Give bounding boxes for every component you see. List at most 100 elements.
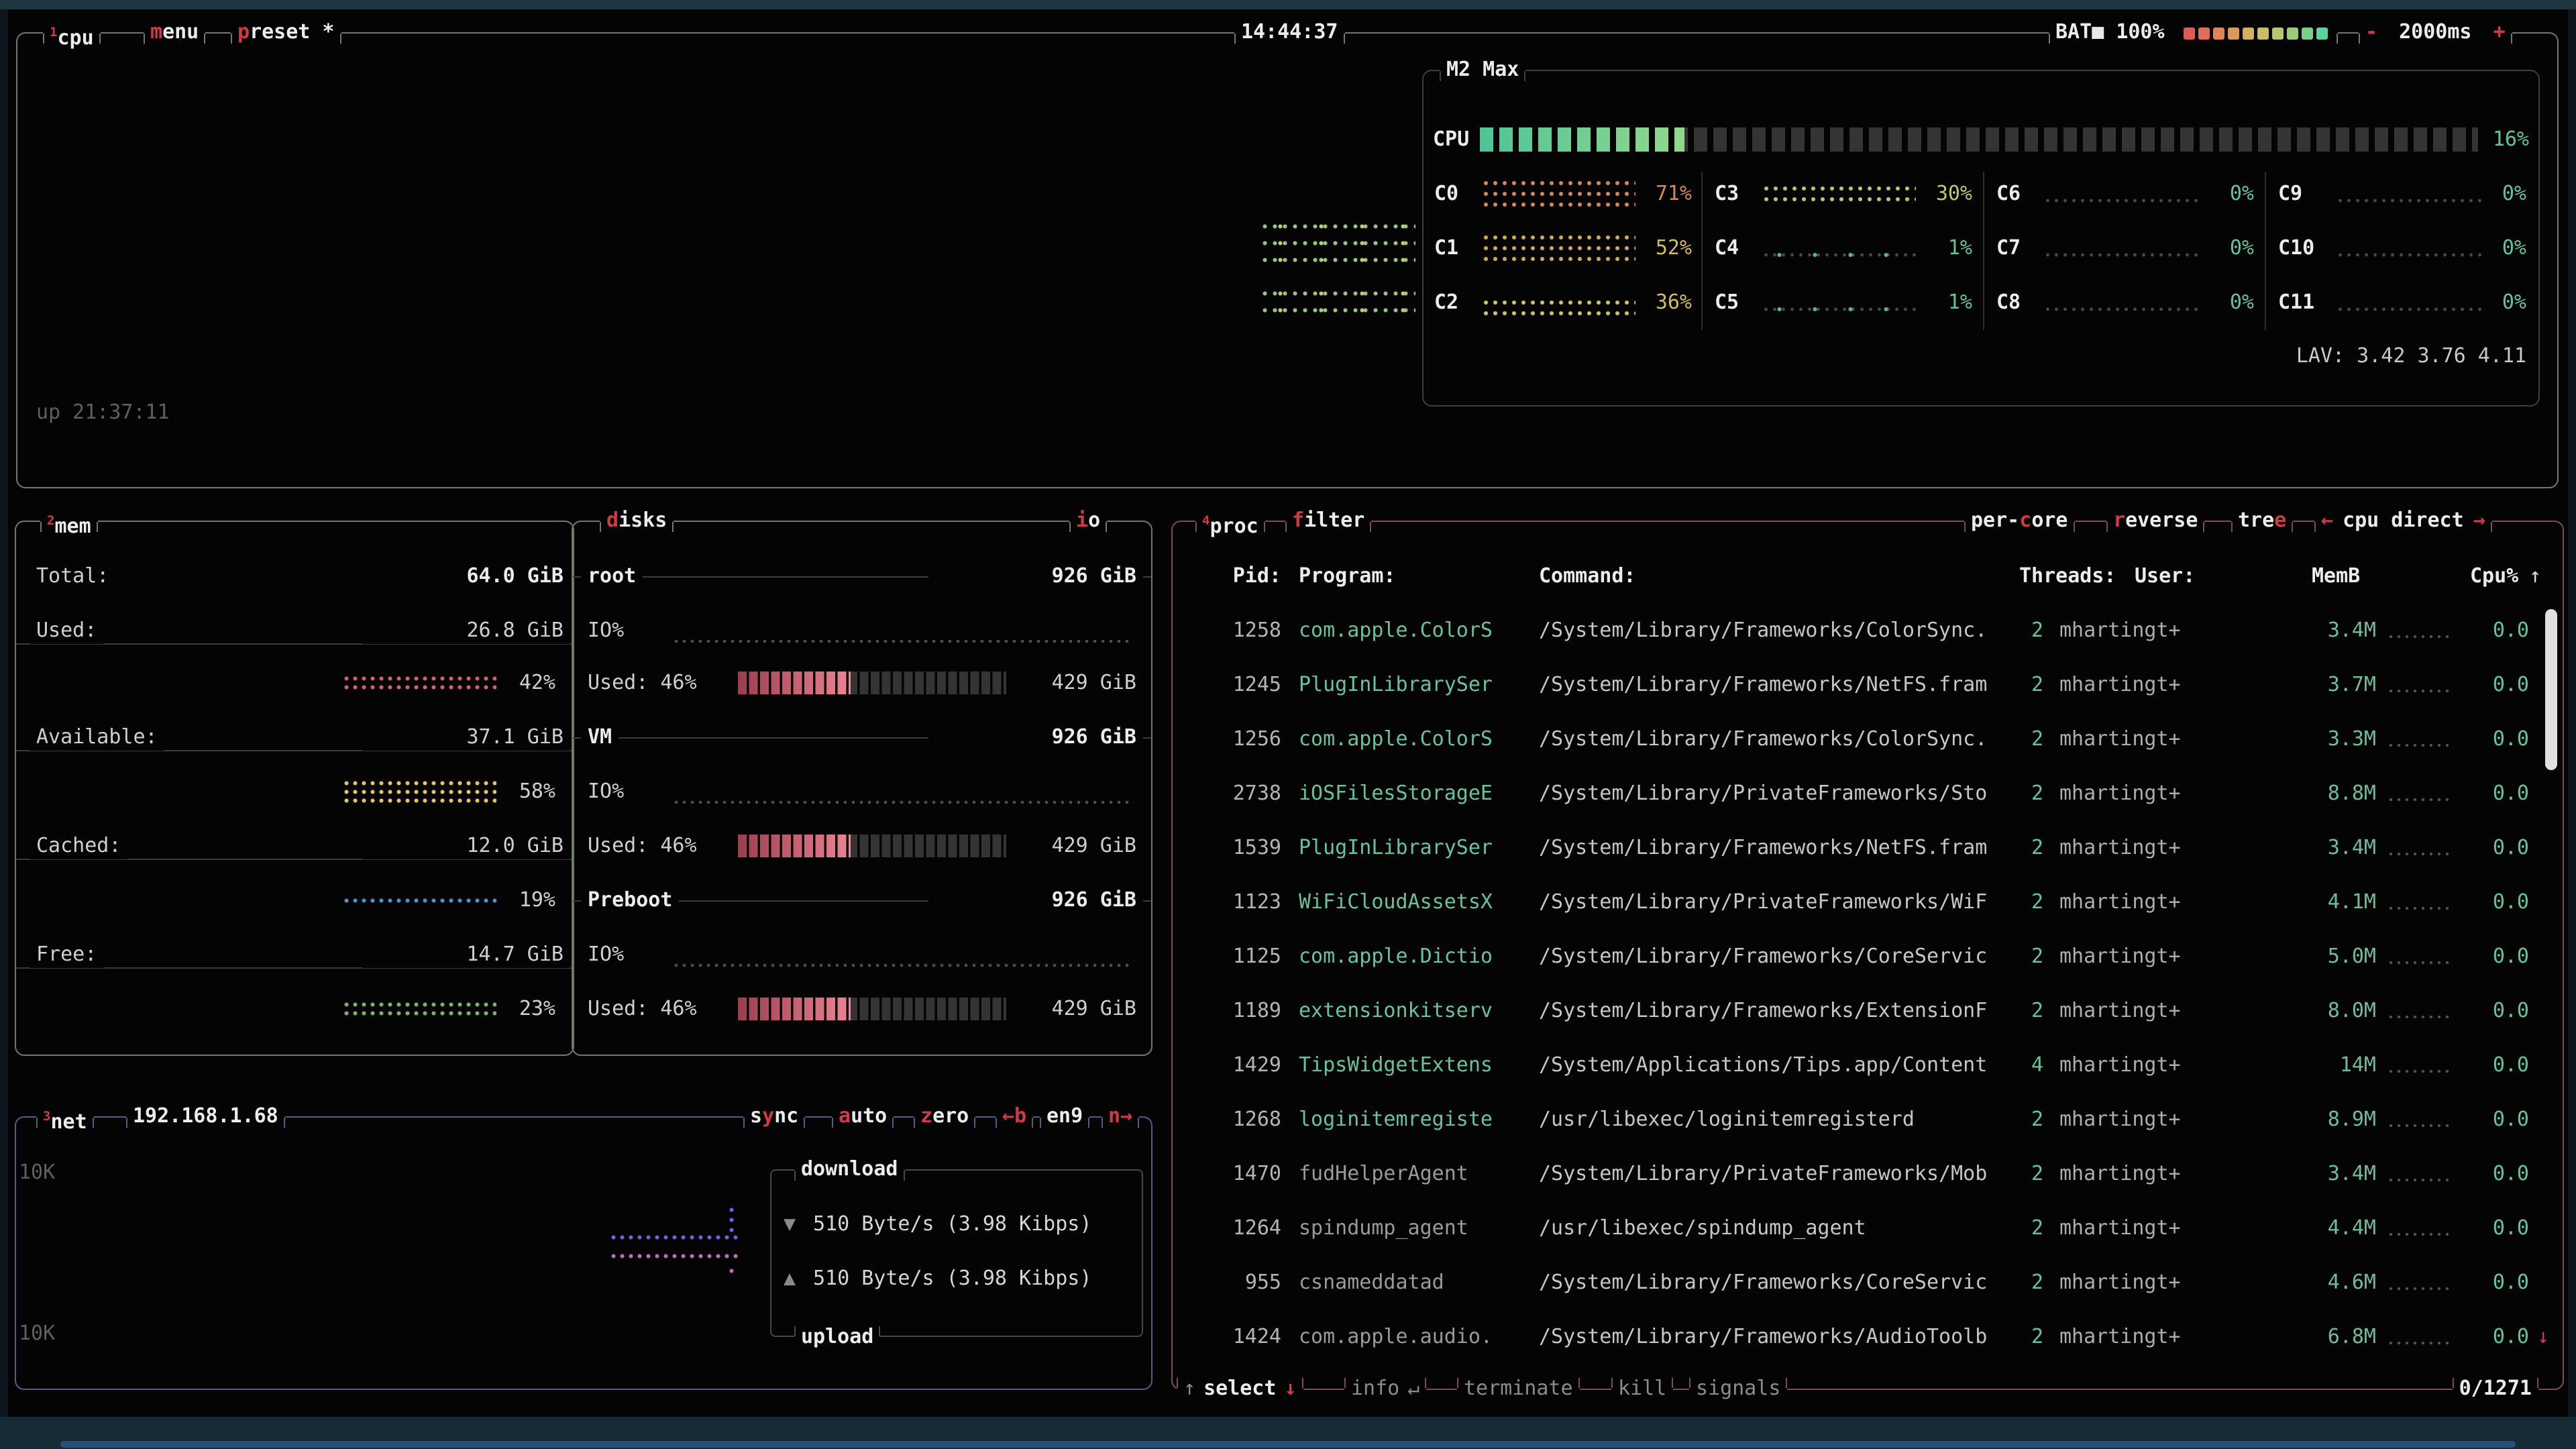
prev-interface-button[interactable]: ←b — [996, 1103, 1033, 1130]
process-cpu: 0.0 — [2481, 617, 2529, 644]
process-cpu: 0.0 — [2481, 889, 2529, 916]
info-button[interactable]: info↵ — [1344, 1375, 1426, 1402]
process-user: mhartingt+ — [2059, 835, 2181, 861]
process-mem: 4.4M — [2286, 1215, 2376, 1242]
mem-dots — [2387, 852, 2451, 856]
disks-panel: disks io root 926 GiB IO% Used: 46% 429 … — [572, 521, 1152, 1056]
process-panel: 4proc filter per-core reverse tree ←cpu … — [1171, 521, 2564, 1390]
header-command[interactable]: Command: — [1539, 563, 1636, 590]
select-up-icon[interactable]: ↑ — [1183, 1377, 1195, 1400]
signals-button[interactable]: signals — [1689, 1375, 1787, 1402]
tab-mem[interactable]: 2mem — [40, 507, 98, 534]
disk-size: 926 GiB — [928, 887, 1143, 914]
process-row[interactable]: 1123 WiFiCloudAssetsX /System/Library/Pr… — [1174, 889, 2560, 916]
terminate-button[interactable]: terminate — [1457, 1375, 1580, 1402]
preset-hotkey: p — [237, 20, 250, 44]
process-row[interactable]: 1424 com.apple.audio. /System/Library/Fr… — [1174, 1324, 2560, 1350]
process-command: /System/Library/PrivateFrameworks/Sto — [1539, 780, 1987, 807]
process-threads: 2 — [1964, 943, 2043, 970]
process-row[interactable]: 1268 loginitemregiste /usr/libexec/login… — [1174, 1106, 2560, 1133]
mem-hotkey: 2 — [47, 513, 54, 528]
disk-io-graph — [672, 800, 1134, 805]
cpu-total-percent: 16% — [2469, 126, 2529, 153]
preset-button[interactable]: preset * — [231, 19, 341, 46]
tab-disks[interactable]: disks — [600, 507, 674, 534]
kill-button[interactable]: kill — [1611, 1375, 1673, 1402]
tab-net[interactable]: 3net — [36, 1103, 94, 1130]
tree-button[interactable]: tree — [2231, 507, 2293, 534]
auto-button[interactable]: auto — [832, 1103, 894, 1130]
header-cpu[interactable]: Cpu% — [2470, 563, 2518, 590]
window-frame-left — [0, 9, 8, 1417]
process-row[interactable]: 1539 PlugInLibrarySer /System/Library/Fr… — [1174, 835, 2560, 861]
mem-used-value: 26.8 GiB — [362, 617, 570, 644]
tab-io[interactable]: io — [1069, 507, 1107, 534]
core-label: C10 — [2278, 235, 2314, 262]
disk-used-value: 429 GiB — [1029, 996, 1136, 1022]
process-row[interactable]: 1125 com.apple.Dictio /System/Library/Fr… — [1174, 943, 2560, 970]
cpu-core-panel: M2 Max CPU 16% C0 71% C1 52% C2 36% C3 3… — [1422, 70, 2540, 407]
header-pid[interactable]: Pid: — [1174, 563, 1281, 590]
cpu-model-title: M2 Max — [1440, 56, 1525, 83]
select-down-icon[interactable]: ↓ — [1284, 1377, 1296, 1400]
mem-used-meter — [342, 674, 496, 692]
process-command: /usr/libexec/loginitemregisterd — [1539, 1106, 1915, 1133]
disk-size: 926 GiB — [928, 563, 1143, 590]
core-percent: 0% — [2187, 289, 2254, 316]
cpu-history-graph-upper — [1260, 218, 1415, 268]
process-row[interactable]: 1245 PlugInLibrarySer /System/Library/Fr… — [1174, 672, 2560, 698]
core-percent: 36% — [1625, 289, 1692, 316]
scroll-down-icon[interactable]: ↓ — [2537, 1324, 2549, 1350]
process-row[interactable]: 1429 TipsWidgetExtens /System/Applicatio… — [1174, 1052, 2560, 1079]
disk-io-label: IO% — [588, 617, 624, 644]
process-row[interactable]: 1470 fudHelperAgent /System/Library/Priv… — [1174, 1161, 2560, 1187]
menu-label: enu — [162, 20, 199, 44]
header-threads[interactable]: Threads: — [2019, 563, 2116, 590]
core-graph — [1481, 232, 1635, 264]
menu-button[interactable]: menu — [144, 19, 205, 46]
reverse-button[interactable]: reverse — [2106, 507, 2204, 534]
network-panel: 3net 192.168.1.68 sync auto zero ←b en9 … — [15, 1116, 1152, 1390]
core-label: C11 — [2278, 289, 2314, 316]
upload-title-label: upload — [801, 1325, 873, 1348]
interval-increase-button[interactable]: + — [2493, 20, 2506, 44]
process-pid: 1424 — [1174, 1324, 1281, 1350]
process-row[interactable]: 1264 spindump_agent /usr/libexec/spindum… — [1174, 1215, 2560, 1242]
upload-speed: 510 Byte/s (3.98 Kibps) — [813, 1265, 1091, 1292]
process-row[interactable]: 1258 com.apple.ColorS /System/Library/Fr… — [1174, 617, 2560, 644]
sort-column-control: ←cpu direct→ — [2314, 507, 2492, 534]
next-interface-button[interactable]: n→ — [1102, 1103, 1139, 1130]
sync-button[interactable]: sync — [743, 1103, 805, 1130]
process-user: mhartingt+ — [2059, 1269, 2181, 1296]
filter-button[interactable]: filter — [1285, 507, 1371, 534]
process-scrollbar[interactable] — [2545, 609, 2557, 770]
zero-hotkey: z — [920, 1104, 932, 1128]
per-core-button[interactable]: per-core — [1964, 507, 2075, 534]
interval-decrease-button[interactable]: - — [2365, 20, 2377, 44]
process-row[interactable]: 955 csnameddatad /System/Library/Framewo… — [1174, 1269, 2560, 1296]
process-cpu: 0.0 — [2481, 1324, 2529, 1350]
process-command: /System/Library/PrivateFrameworks/Mob — [1539, 1161, 1987, 1187]
header-user[interactable]: User: — [2135, 563, 2195, 590]
process-threads: 2 — [1964, 1161, 2043, 1187]
sort-right-arrow[interactable]: → — [2473, 508, 2485, 532]
process-threads: 2 — [1964, 1269, 2043, 1296]
process-row[interactable]: 1189 extensionkitserv /System/Library/Fr… — [1174, 998, 2560, 1024]
sort-left-arrow[interactable]: ← — [2321, 508, 2333, 532]
zero-button[interactable]: zero — [914, 1103, 975, 1130]
tab-cpu[interactable]: 1cpu — [43, 19, 101, 46]
disk-name: Preboot — [581, 887, 679, 914]
select-control[interactable]: ↑select↓ — [1177, 1375, 1303, 1402]
header-mem[interactable]: MemB — [2312, 563, 2360, 590]
header-program[interactable]: Program: — [1299, 563, 1396, 590]
disk-io-graph — [672, 639, 1134, 644]
process-row[interactable]: 1256 com.apple.ColorS /System/Library/Fr… — [1174, 726, 2560, 753]
process-mem: 8.8M — [2286, 780, 2376, 807]
process-row[interactable]: 2738 iOSFilesStorageE /System/Library/Pr… — [1174, 780, 2560, 807]
tab-proc[interactable]: 4proc — [1195, 507, 1265, 534]
process-threads: 2 — [1964, 998, 2043, 1024]
cpu-hotkey: 1 — [50, 25, 57, 40]
process-user: mhartingt+ — [2059, 1161, 2181, 1187]
process-command: /System/Library/Frameworks/NetFS.fram — [1539, 672, 1987, 698]
sync-pre: s — [750, 1104, 762, 1128]
